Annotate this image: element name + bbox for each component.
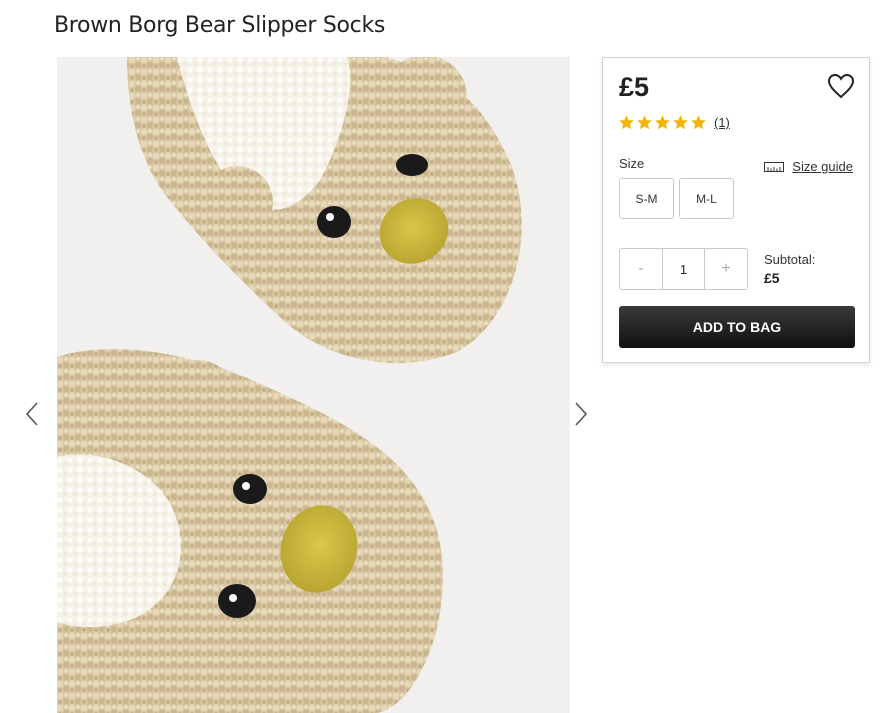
product-title: Brown Borg Bear Slipper Socks [54,13,386,38]
add-to-wishlist-button[interactable] [827,73,855,99]
star-icon [654,114,671,131]
price: £5 [619,72,650,102]
decrease-quantity-button[interactable]: - [620,249,662,289]
quantity-input[interactable]: 1 [662,249,705,289]
size-label: Size [619,156,645,171]
purchase-panel: £5 (1) Size Size guide S-M M-L - 1 + Sub… [602,57,870,363]
subtotal-value: £5 [764,270,780,286]
product-image[interactable] [57,57,570,713]
review-count-link[interactable]: (1) [714,115,730,130]
subtotal: Subtotal: £5 [764,251,815,287]
star-icon [618,114,635,131]
next-image-button[interactable] [569,399,593,429]
add-to-bag-button[interactable]: ADD TO BAG [619,306,855,348]
subtotal-label: Subtotal: [764,252,816,267]
increase-quantity-button[interactable]: + [705,249,747,289]
product-photo [57,57,570,713]
ruler-icon [764,161,785,172]
size-options: S-M M-L [619,178,734,219]
previous-image-button[interactable] [20,399,44,429]
heart-icon [827,73,855,99]
rating-stars[interactable]: (1) [618,114,730,131]
chevron-right-icon [575,402,588,426]
star-icon [690,114,707,131]
size-guide-link[interactable]: Size guide [764,159,853,174]
star-icon [672,114,689,131]
size-option-m-l[interactable]: M-L [679,178,734,219]
chevron-left-icon [25,402,38,426]
size-option-s-m[interactable]: S-M [619,178,674,219]
quantity-stepper: - 1 + [619,248,748,290]
size-guide-label: Size guide [792,159,853,174]
star-icon [636,114,653,131]
